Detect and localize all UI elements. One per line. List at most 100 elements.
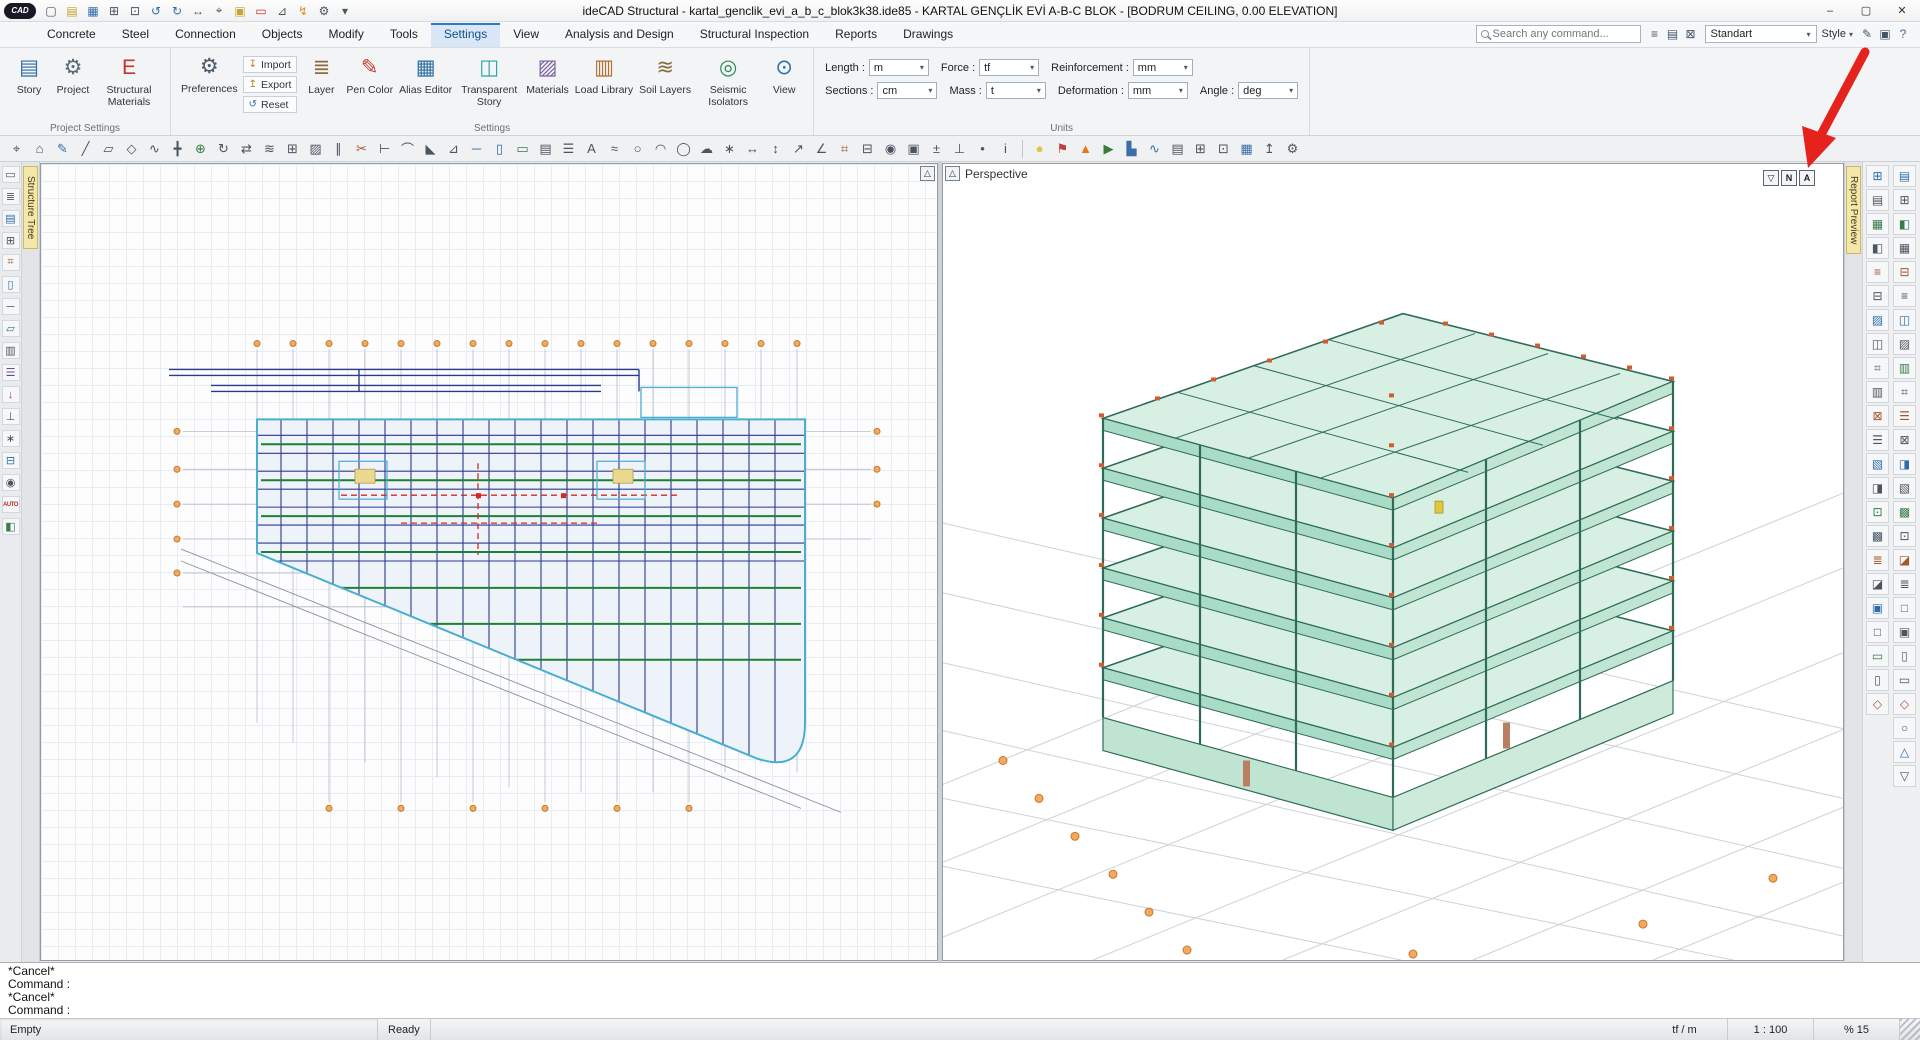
copy-tool-icon[interactable]: ⊕ — [189, 138, 212, 160]
report-tool-17[interactable]: ◪ — [1893, 549, 1916, 571]
help-icon[interactable]: ? — [1894, 25, 1912, 43]
chart-icon[interactable]: ▙ — [1120, 138, 1143, 160]
hatch-tool-icon[interactable]: ▨ — [304, 138, 327, 160]
reinforcement-unit-select[interactable]: mm — [1133, 59, 1193, 76]
perspective-view-menu-button[interactable]: △ — [945, 166, 960, 181]
image-icon[interactable]: ▦ — [1235, 138, 1258, 160]
resize-grip[interactable] — [1900, 1019, 1920, 1040]
grid-panel-icon[interactable]: ⊞ — [2, 232, 20, 249]
report-tool-2[interactable]: ⊞ — [1893, 189, 1916, 211]
display-toggle-10[interactable]: ▥ — [1866, 381, 1889, 403]
flag-icon[interactable]: ⚑ — [1051, 138, 1074, 160]
reset-button[interactable]: ↺ Reset — [243, 96, 298, 113]
load-library-button[interactable]: ▥ Load Library — [572, 52, 636, 120]
chamfer-tool-icon[interactable]: ◣ — [419, 138, 442, 160]
open-file-button[interactable]: ▤ — [62, 1, 82, 20]
camera-tool-icon[interactable]: ◉ — [2, 474, 20, 491]
save-button[interactable]: ▦ — [83, 1, 103, 20]
import-button[interactable]: ↧ Import — [243, 56, 298, 73]
structural-materials-button[interactable]: E Structural Materials — [95, 52, 163, 120]
section-tool-icon[interactable]: ⊟ — [2, 452, 20, 469]
report-tool-21[interactable]: ▯ — [1893, 645, 1916, 667]
display-toggle-3[interactable]: ▦ — [1866, 213, 1889, 235]
stairs-tool-icon[interactable]: ☰ — [2, 364, 20, 381]
plan-view-menu-button[interactable]: △ — [920, 166, 935, 181]
layer-button[interactable]: ≣ Layer — [299, 52, 343, 120]
filter-view-button[interactable]: ▽ — [1763, 170, 1779, 186]
dim-angle-icon[interactable]: ∠ — [810, 138, 833, 160]
search-input[interactable] — [1493, 28, 1636, 40]
beam-icon[interactable]: ─ — [465, 138, 488, 160]
selection-remove-button[interactable]: ▭ — [251, 1, 271, 20]
slab-icon[interactable]: ▭ — [511, 138, 534, 160]
polyline-tool-icon[interactable]: ▱ — [97, 138, 120, 160]
ellipse-tool-icon[interactable]: ◯ — [672, 138, 695, 160]
display-toggle-6[interactable]: ⊟ — [1866, 285, 1889, 307]
support-tool-icon[interactable]: ⊥ — [2, 408, 20, 425]
project-button[interactable]: ⚙ Project — [51, 52, 95, 120]
report-tool-16[interactable]: ⊡ — [1893, 525, 1916, 547]
wall-icon[interactable]: ▤ — [534, 138, 557, 160]
story-button[interactable]: ▤ Story — [7, 52, 51, 120]
print-button[interactable]: ⊡ — [125, 1, 145, 20]
display-toggle-5[interactable]: ≡ — [1866, 261, 1889, 283]
camera-icon[interactable]: ◉ — [879, 138, 902, 160]
match-properties-icon[interactable]: ± — [925, 138, 948, 160]
display-toggle-18[interactable]: ◪ — [1866, 573, 1889, 595]
mirror-tool-icon[interactable]: ⇄ — [235, 138, 258, 160]
measure-button[interactable]: ⊿ — [272, 1, 292, 20]
wall-tool-icon[interactable]: ▥ — [2, 342, 20, 359]
dim-linear-icon[interactable]: ↔ — [741, 138, 764, 160]
selection-add-button[interactable]: ▣ — [230, 1, 250, 20]
display-toggle-12[interactable]: ☰ — [1866, 429, 1889, 451]
select-panel-icon[interactable]: ▭ — [2, 166, 20, 183]
column-tool-icon[interactable]: ▯ — [2, 276, 20, 293]
transparent-story-button[interactable]: ◫ Transparent Story — [455, 52, 523, 120]
force-unit-select[interactable]: tf — [979, 59, 1039, 76]
report-preview-tab[interactable]: Report Preview — [1846, 166, 1861, 254]
offset-tool-icon[interactable]: ∥ — [327, 138, 350, 160]
draw-pencil-icon[interactable]: ✎ — [51, 138, 74, 160]
view-button[interactable]: ⊙ View — [762, 52, 806, 120]
display-toggle-15[interactable]: ⊡ — [1866, 501, 1889, 523]
display-toggle-16[interactable]: ▩ — [1866, 525, 1889, 547]
status-toggle[interactable]: 1 : 100 — [1728, 1019, 1814, 1040]
circle-tool-icon[interactable]: ○ — [626, 138, 649, 160]
cloud-tool-icon[interactable]: ☁ — [695, 138, 718, 160]
point-tool-icon[interactable]: ∗ — [718, 138, 741, 160]
wave-tool-icon[interactable]: ≈ — [603, 138, 626, 160]
display-toggle-23[interactable]: ◇ — [1866, 693, 1889, 715]
table-icon[interactable]: ⊞ — [1189, 138, 1212, 160]
report-tool-4[interactable]: ▦ — [1893, 237, 1916, 259]
zoom-window-icon[interactable]: ⌖ — [5, 138, 28, 160]
report-tool-20[interactable]: ▣ — [1893, 621, 1916, 643]
quick-settings-button[interactable]: ⚙ — [314, 1, 334, 20]
favorites-icon[interactable]: ▤ — [1664, 25, 1682, 43]
story-panel-icon[interactable]: ▤ — [2, 210, 20, 227]
report-tool-5[interactable]: ⊟ — [1893, 261, 1916, 283]
report-tool-26[interactable]: ▽ — [1893, 765, 1916, 787]
display-toggle-11[interactable]: ⊠ — [1866, 405, 1889, 427]
display-toggle-17[interactable]: ≣ — [1866, 549, 1889, 571]
graph-icon[interactable]: ∿ — [1143, 138, 1166, 160]
customize-toolbar-caret[interactable]: ▾ — [335, 1, 355, 20]
beam-tool-icon[interactable]: ─ — [2, 298, 20, 315]
auto-design-icon[interactable]: AUTO — [2, 496, 20, 513]
zoom-extents-icon[interactable]: ⌂ — [28, 138, 51, 160]
display-toggle-7[interactable]: ▨ — [1866, 309, 1889, 331]
arc-tool-icon[interactable]: ◠ — [649, 138, 672, 160]
light-bulb-icon[interactable]: ● — [1028, 138, 1051, 160]
axis-grid-icon[interactable]: ⌗ — [833, 138, 856, 160]
seismic-isolators-button[interactable]: ◎ Seismic Isolators — [694, 52, 762, 120]
line-tool-icon[interactable]: ╱ — [74, 138, 97, 160]
leader-icon[interactable]: ↗ — [787, 138, 810, 160]
windows-icon[interactable]: ⊠ — [1682, 25, 1700, 43]
stairs-icon[interactable]: ☰ — [557, 138, 580, 160]
report-sheet-icon[interactable]: ▤ — [1166, 138, 1189, 160]
new-file-button[interactable]: ▢ — [41, 1, 61, 20]
dim-vertical-icon[interactable]: ↕ — [764, 138, 787, 160]
move-tool-icon[interactable]: ╋ — [166, 138, 189, 160]
print-preview-icon[interactable]: ⊡ — [1212, 138, 1235, 160]
report-tool-24[interactable]: ○ — [1893, 717, 1916, 739]
report-tool-7[interactable]: ◫ — [1893, 309, 1916, 331]
